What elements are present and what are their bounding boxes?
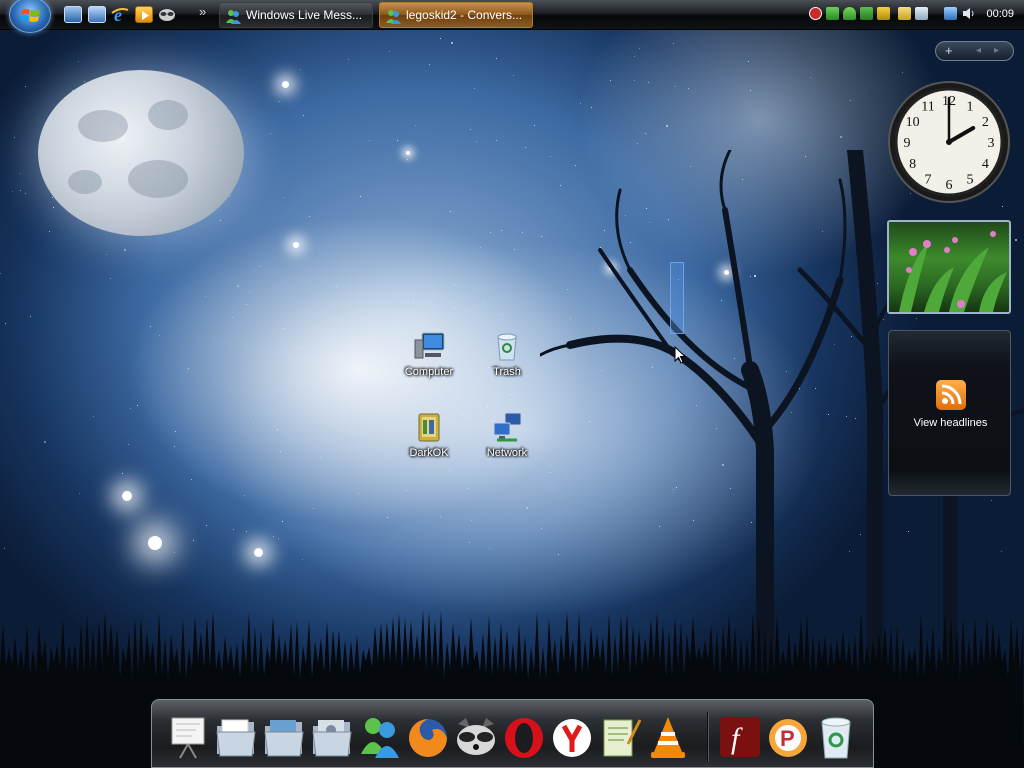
network-tray-icon[interactable] [826, 7, 839, 20]
moon [38, 70, 244, 236]
clock-numeral: 2 [982, 115, 989, 130]
clock-numeral: 3 [988, 136, 995, 151]
recycle-bin-icon[interactable] [814, 714, 858, 760]
network-icon [491, 411, 523, 443]
mouse-cursor-icon [674, 346, 686, 364]
quick-launch-overflow-icon[interactable]: » [199, 4, 206, 19]
shield-alert-icon[interactable] [809, 7, 822, 20]
user-tray-icon[interactable] [860, 7, 873, 20]
desktop-icon-label: DarkOK [409, 447, 449, 459]
clock-numeral: 6 [946, 178, 953, 193]
desktop-icon-label: Computer [404, 366, 454, 378]
folder-tray-icon[interactable] [898, 7, 911, 20]
taskbar-window-label: Windows Live Mess... [246, 8, 363, 22]
next-page-button[interactable]: ▸ [994, 42, 999, 60]
desktop-icon-label: Trash [493, 366, 521, 378]
vlc-icon[interactable] [646, 714, 690, 760]
start-button[interactable] [9, 0, 51, 33]
clock-numeral: 4 [982, 157, 989, 172]
opera-icon[interactable] [502, 714, 546, 760]
desktop-wallpaper [0, 0, 1024, 768]
clock-numeral: 7 [925, 172, 932, 187]
folder-icon [413, 411, 445, 443]
desktop-icon-trash[interactable]: Trash [470, 330, 544, 378]
internet-explorer-icon[interactable]: e [111, 5, 129, 25]
sidebar-controls: + ◂ ▸ [935, 41, 1014, 61]
clock-numeral: 9 [904, 136, 911, 151]
application-dock: f P [151, 699, 874, 768]
notepad-icon[interactable] [598, 714, 642, 760]
firefox-icon[interactable] [406, 714, 450, 760]
pidgin-icon[interactable]: P [766, 714, 810, 760]
messenger-icon [226, 8, 241, 24]
presentation-icon[interactable] [166, 714, 210, 760]
desktop-icon-darkok[interactable]: DarkOK [392, 411, 466, 459]
svg-text:P: P [780, 726, 795, 751]
desktop-icon-label: Network [486, 447, 528, 459]
raccoon-app-icon[interactable] [158, 6, 176, 23]
window-tray-icon[interactable] [915, 7, 928, 20]
clock-numeral: 10 [906, 115, 920, 130]
show-desktop-icon[interactable] [64, 6, 82, 23]
security-lock-icon[interactable] [877, 7, 890, 20]
slideshow-gadget[interactable] [887, 220, 1011, 314]
taskbar-clock[interactable]: 00:09 [986, 8, 1014, 20]
taskbar-window-label: legoskid2 - Convers... [406, 8, 523, 22]
photos-folder-icon[interactable] [262, 714, 306, 760]
taskbar-window-conversation[interactable]: legoskid2 - Convers... [379, 2, 533, 28]
network-status-icon[interactable] [944, 7, 957, 20]
desktop-icon-network[interactable]: Network [470, 411, 544, 459]
clock-numeral: 8 [909, 157, 916, 172]
raccoon-app-icon[interactable] [454, 714, 498, 760]
messenger-tray-icon[interactable] [843, 7, 856, 20]
yandex-icon[interactable] [550, 714, 594, 760]
taskbar-window-messenger[interactable]: Windows Live Mess... [219, 2, 373, 28]
view-headlines-link[interactable]: View headlines [889, 417, 1012, 429]
dock-separator [707, 712, 709, 762]
clock-numeral: 1 [967, 100, 974, 115]
volume-icon[interactable] [962, 7, 975, 20]
media-player-icon[interactable] [135, 6, 153, 23]
switch-windows-icon[interactable] [88, 6, 106, 23]
windows-logo-icon [21, 9, 40, 22]
control-folder-icon[interactable] [310, 714, 354, 760]
clock-numeral: 11 [921, 100, 934, 115]
clock-numeral: 5 [967, 172, 974, 187]
selection-highlight [670, 262, 684, 334]
rss-feed-icon[interactable] [936, 380, 966, 410]
taskbar: e » Windows Live Mess... legoskid2 - Con… [0, 0, 1024, 33]
flower-photo [899, 231, 1007, 312]
add-gadget-button[interactable]: + [945, 42, 953, 60]
flash-icon[interactable]: f [718, 714, 762, 760]
system-tray: 00:09 [805, 3, 1024, 27]
desktop-icon-computer[interactable]: Computer [392, 330, 466, 378]
messenger-icon[interactable] [358, 714, 402, 760]
previous-page-button[interactable]: ◂ [976, 42, 981, 60]
recycle-bin-icon [491, 330, 523, 362]
computer-icon [413, 330, 445, 362]
messenger-icon [386, 8, 401, 24]
clock-gadget[interactable]: 121234567891011 [887, 80, 1011, 204]
file-manager-icon[interactable] [214, 714, 258, 760]
feed-headlines-gadget: View headlines [888, 330, 1011, 496]
